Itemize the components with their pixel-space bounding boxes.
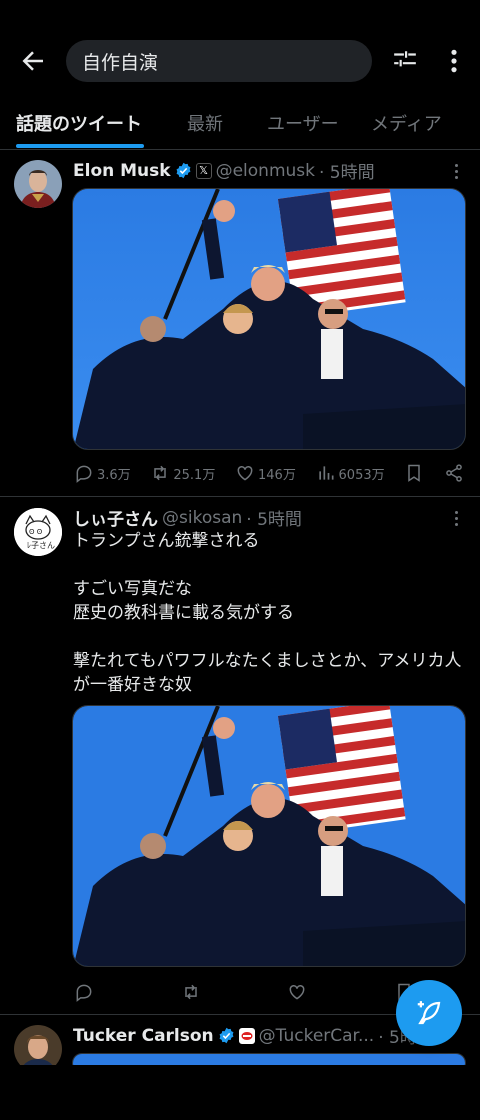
tab-top[interactable]: 話題のツイート: [16, 110, 142, 136]
tweet-photo[interactable]: [72, 1053, 466, 1065]
reply-count: 3.6万: [97, 467, 131, 483]
author-handle[interactable]: @TuckerCar...: [259, 1026, 375, 1046]
filter-sliders-icon[interactable]: [392, 48, 418, 74]
svg-text:ﾚ子さん: ﾚ子さん: [27, 541, 55, 550]
avatar[interactable]: [14, 1025, 62, 1065]
tweet-card[interactable]: ʘ ʘ ﾚ子さん しぃ子さん @sikosan · 5時間 トランプさん銃撃され…: [0, 497, 480, 1013]
author-handle[interactable]: @sikosan: [162, 508, 242, 528]
avatar[interactable]: [14, 160, 62, 208]
tab-media[interactable]: メディア: [371, 110, 442, 136]
tcn-logo-icon: [238, 1027, 255, 1044]
back-arrow-icon[interactable]: [18, 46, 48, 76]
search-input[interactable]: 自作自演: [66, 40, 372, 82]
author-name[interactable]: Tucker Carlson: [73, 1026, 214, 1046]
tweet-text: トランプさん銃撃される すごい写真だな 歴史の教科書に載る気がする 撃たれてもパ…: [73, 531, 462, 695]
tab-latest[interactable]: 最新: [187, 110, 223, 136]
verified-badge-icon: [219, 1027, 234, 1044]
tweet-more-icon[interactable]: [450, 164, 462, 184]
bookmark-icon: [408, 464, 421, 482]
like-count: 146万: [258, 467, 296, 483]
like-button[interactable]: 146万: [235, 463, 296, 483]
author-handle[interactable]: @elonmusk: [216, 161, 315, 181]
heart-icon: [289, 984, 305, 1000]
compose-tweet-button[interactable]: [396, 980, 462, 1046]
verified-badge-icon: [176, 162, 191, 179]
reply-icon: [76, 465, 92, 483]
tweet-card[interactable]: Elon Musk 𝕏 @elonmusk · 5時間 3.6万 25.1万 1…: [0, 150, 480, 496]
view-count: 6053万: [338, 467, 385, 483]
share-icon: [446, 464, 462, 482]
avatar[interactable]: ʘ ʘ ﾚ子さん: [14, 508, 62, 556]
top-bar: 自作自演: [0, 0, 480, 100]
tweet-photo[interactable]: [72, 188, 466, 450]
reply-button[interactable]: 3.6万: [74, 463, 131, 483]
tab-users[interactable]: ユーザー: [267, 110, 339, 136]
more-options-icon[interactable]: [446, 48, 462, 74]
tweet-more-icon[interactable]: [450, 511, 462, 531]
retweet-icon: [184, 984, 197, 1000]
like-button[interactable]: [287, 982, 307, 1002]
search-tabs: 話題のツイート 最新 ユーザー メディア: [0, 100, 480, 150]
x-logo-icon: 𝕏: [195, 162, 212, 179]
retweet-button[interactable]: [181, 982, 201, 1002]
retweet-icon: [154, 465, 167, 481]
retweet-count: 25.1万: [173, 467, 216, 483]
tweet-header: しぃ子さん @sikosan · 5時間: [73, 505, 302, 531]
author-name[interactable]: Elon Musk: [73, 161, 171, 181]
active-tab-indicator: [16, 144, 144, 148]
bookmark-button[interactable]: [404, 463, 424, 483]
reply-button[interactable]: [74, 982, 94, 1002]
views-button[interactable]: 6053万: [316, 463, 385, 483]
tweet-photo[interactable]: [72, 705, 466, 967]
tweet-actions: 3.6万 25.1万 146万 6053万: [74, 460, 464, 486]
share-button[interactable]: [444, 463, 464, 483]
tweet-actions: [74, 979, 414, 1005]
tweet-header: Elon Musk 𝕏 @elonmusk · 5時間: [73, 158, 375, 184]
svg-text:ʘ ʘ: ʘ ʘ: [29, 528, 43, 536]
compose-feather-icon: [417, 1001, 441, 1025]
heart-icon: [237, 465, 253, 481]
search-query-text: 自作自演: [82, 51, 159, 74]
tweet-time: · 5時間: [246, 510, 302, 530]
tweet-header: Tucker Carlson @TuckerCar... · 5時: [73, 1023, 417, 1049]
analytics-icon: [318, 466, 334, 480]
tweet-time: · 5時間: [319, 163, 375, 183]
reply-icon: [76, 984, 92, 1002]
author-name[interactable]: しぃ子さん: [73, 505, 158, 530]
retweet-button[interactable]: 25.1万: [150, 463, 215, 483]
